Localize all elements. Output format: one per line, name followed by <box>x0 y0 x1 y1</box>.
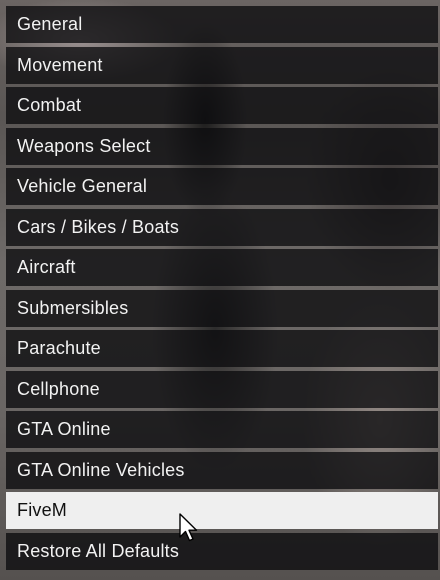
menu-item-label: Vehicle General <box>17 176 148 196</box>
menu-item-cellphone[interactable]: Cellphone <box>6 370 438 408</box>
menu-item-general[interactable]: General <box>6 6 438 43</box>
menu-item-label: GTA Online Vehicles <box>17 459 185 480</box>
menu-item-vehicle-general[interactable]: Vehicle General <box>6 168 438 205</box>
menu-item-movement[interactable]: Movement <box>6 46 438 84</box>
menu-item-label: Submersibles <box>17 297 129 318</box>
menu-item-gta-online-vehicles[interactable]: GTA Online Vehicles <box>6 451 438 489</box>
menu-item-submersibles[interactable]: Submersibles <box>6 289 438 327</box>
menu-item-label: FiveM <box>17 500 67 520</box>
menu-item-restore-all-defaults[interactable]: Restore All Defaults <box>6 532 438 570</box>
menu-item-aircraft[interactable]: Aircraft <box>6 249 438 286</box>
menu-item-parachute[interactable]: Parachute <box>6 330 438 367</box>
menu-item-label: Movement <box>17 54 103 75</box>
menu-item-fivem[interactable]: FiveM <box>6 492 438 529</box>
menu-item-label: Cellphone <box>17 378 100 399</box>
menu-item-label: Restore All Defaults <box>17 540 180 561</box>
menu-item-cars-bikes-boats[interactable]: Cars / Bikes / Boats <box>6 208 438 246</box>
menu-item-label: Combat <box>17 95 82 115</box>
menu-item-label: Weapons Select <box>17 135 151 156</box>
menu-item-gta-online[interactable]: GTA Online <box>6 411 438 448</box>
settings-category-menu: General Movement Combat Weapons Select V… <box>6 6 438 570</box>
menu-item-combat[interactable]: Combat <box>6 87 438 124</box>
menu-item-label: General <box>17 14 83 34</box>
menu-item-label: Aircraft <box>17 257 76 277</box>
menu-item-label: Parachute <box>17 338 101 358</box>
menu-item-label: GTA Online <box>17 419 111 439</box>
menu-item-weapons-select[interactable]: Weapons Select <box>6 127 438 165</box>
menu-item-label: Cars / Bikes / Boats <box>17 216 180 237</box>
